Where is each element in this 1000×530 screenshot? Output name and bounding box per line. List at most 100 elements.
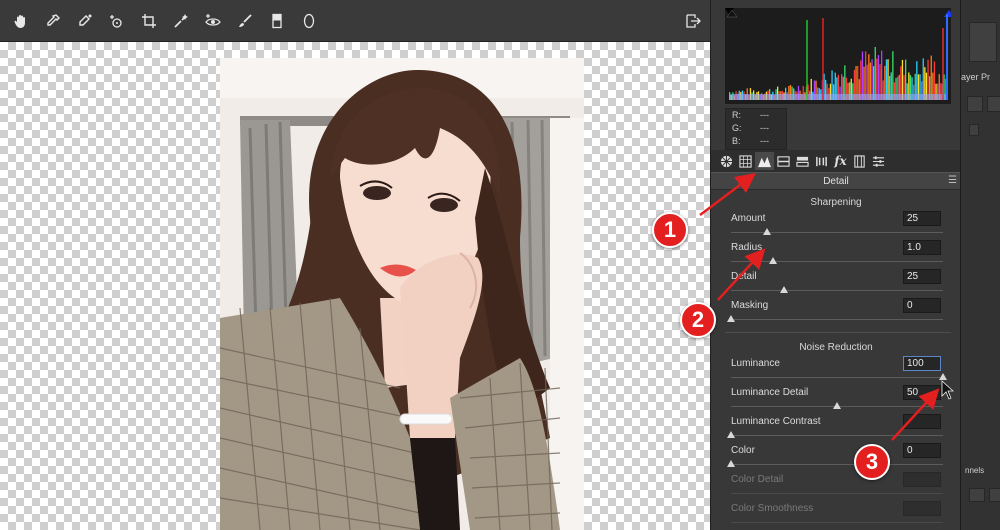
panel-box bbox=[967, 96, 983, 112]
histogram-bar bbox=[905, 59, 907, 100]
slider-label-masking: Masking bbox=[731, 300, 769, 311]
masking-value[interactable]: 0 bbox=[903, 298, 941, 313]
luminance-detail-value[interactable]: 50 bbox=[903, 385, 941, 400]
slider-label-amount: Amount bbox=[731, 213, 766, 224]
portrait-photo bbox=[220, 58, 584, 530]
histogram-bar bbox=[871, 59, 873, 100]
lens-icon[interactable] bbox=[812, 152, 831, 170]
rgb-row-g: G: --- bbox=[726, 122, 786, 135]
radius-value[interactable]: 1.0 bbox=[903, 240, 941, 255]
luminance-contrast-value[interactable] bbox=[903, 414, 941, 429]
histogram-baseline bbox=[729, 94, 947, 100]
panel-box bbox=[969, 124, 979, 136]
retouch-icon[interactable] bbox=[170, 10, 192, 32]
graduated-filter-icon[interactable] bbox=[266, 10, 288, 32]
histogram-bar bbox=[861, 51, 864, 100]
histogram-bar bbox=[901, 59, 904, 100]
hand-icon[interactable] bbox=[10, 10, 32, 32]
color-sampler-icon[interactable] bbox=[74, 10, 96, 32]
section-divider bbox=[725, 332, 951, 333]
color-slider[interactable] bbox=[731, 464, 943, 465]
histogram-bar bbox=[892, 51, 894, 100]
panel-title: Detail ☰ bbox=[711, 172, 961, 190]
luminance-contrast-slider[interactable] bbox=[731, 435, 943, 436]
color-slider-thumb[interactable] bbox=[727, 460, 735, 467]
color-smoothness-value bbox=[903, 501, 941, 516]
histogram-bar bbox=[881, 50, 883, 100]
detail-icon[interactable] bbox=[755, 152, 774, 170]
panel-box bbox=[969, 488, 985, 502]
tone-curve-icon[interactable] bbox=[736, 152, 755, 170]
adjustment-panel: R: --- G: --- B: --- fx Detail ☰ Sharpening… bbox=[710, 0, 961, 530]
calibration-icon[interactable] bbox=[850, 152, 869, 170]
color-value[interactable]: 0 bbox=[903, 443, 941, 458]
rgb-value: --- bbox=[760, 136, 769, 146]
split-toning-icon[interactable] bbox=[793, 152, 812, 170]
presets-icon[interactable] bbox=[869, 152, 888, 170]
luminance-slider[interactable] bbox=[731, 377, 943, 378]
luminance-detail-slider-thumb[interactable] bbox=[833, 402, 841, 409]
rgb-label: R: bbox=[732, 110, 741, 120]
red-eye-icon[interactable] bbox=[202, 10, 224, 32]
eyedropper-icon[interactable] bbox=[42, 10, 64, 32]
channels-label: nnels bbox=[965, 466, 985, 475]
radius-slider[interactable] bbox=[731, 261, 943, 262]
amount-value[interactable]: 25 bbox=[903, 211, 941, 226]
rgb-label: G: bbox=[732, 123, 742, 133]
panel-title-text: Detail bbox=[823, 176, 849, 187]
histogram-bar bbox=[885, 59, 888, 100]
color-detail-value bbox=[903, 472, 941, 487]
image-canvas[interactable] bbox=[0, 42, 710, 530]
detail-slider-thumb[interactable] bbox=[780, 286, 788, 293]
panel-box bbox=[989, 488, 1000, 502]
radial-filter-icon[interactable] bbox=[298, 10, 320, 32]
slider-label-color: Color bbox=[731, 445, 755, 456]
amount-slider-thumb[interactable] bbox=[763, 228, 772, 235]
detail-slider[interactable] bbox=[731, 290, 943, 291]
rgb-row-b: B: --- bbox=[726, 135, 786, 148]
masking-slider-thumb[interactable] bbox=[727, 315, 735, 322]
histogram-bar bbox=[877, 55, 880, 100]
basic-icon[interactable] bbox=[717, 152, 736, 170]
rgb-row-r: R: --- bbox=[726, 109, 786, 122]
histogram-bar bbox=[887, 59, 889, 100]
rgb-value: --- bbox=[760, 123, 769, 133]
histogram-bar bbox=[927, 59, 929, 100]
camera-raw-window: R: --- G: --- B: --- fx Detail ☰ Sharpening… bbox=[0, 0, 1000, 530]
layer-properties-label: ayer Pr bbox=[961, 72, 991, 82]
callout-badge-1: 1 bbox=[652, 212, 688, 248]
photoshop-side-panel: ayer Pr nnels bbox=[960, 0, 1000, 530]
rgb-readout: R: --- G: --- B: --- bbox=[725, 108, 787, 150]
fx-icon[interactable]: fx bbox=[831, 152, 850, 170]
slider-label-luminance-contrast: Luminance Contrast bbox=[731, 416, 821, 427]
hsl-icon[interactable] bbox=[774, 152, 793, 170]
target-adjust-icon[interactable] bbox=[106, 10, 128, 32]
crop-icon[interactable] bbox=[138, 10, 160, 32]
luminance-value[interactable]: 100 bbox=[903, 356, 941, 371]
panel-menu-icon[interactable]: ☰ bbox=[948, 176, 957, 186]
callout-badge-2: 2 bbox=[680, 302, 716, 338]
radius-slider-thumb[interactable] bbox=[769, 257, 778, 264]
histogram-bar bbox=[865, 51, 867, 100]
histogram-bar bbox=[930, 55, 932, 100]
top-toolbar bbox=[0, 0, 710, 42]
histogram-bar bbox=[922, 58, 924, 100]
slider-label-luminance-detail: Luminance Detail bbox=[731, 387, 809, 398]
histogram-bar bbox=[868, 54, 870, 100]
slider-label-color-smoothness: Color Smoothness bbox=[731, 503, 814, 514]
sharpening-title: Sharpening bbox=[810, 197, 862, 208]
panel-box bbox=[969, 22, 997, 62]
brush-icon[interactable] bbox=[234, 10, 256, 32]
export-icon[interactable] bbox=[682, 10, 704, 32]
histogram-bar bbox=[874, 46, 876, 100]
panel-tabs: fx bbox=[711, 150, 961, 172]
histogram bbox=[725, 8, 951, 104]
rgb-value: --- bbox=[760, 110, 769, 120]
detail-value[interactable]: 25 bbox=[903, 269, 941, 284]
slider-label-radius: Radius bbox=[731, 242, 763, 253]
masking-slider[interactable] bbox=[731, 319, 943, 320]
luminance-contrast-slider-thumb[interactable] bbox=[727, 431, 735, 438]
noise-reduction-title: Noise Reduction bbox=[799, 342, 873, 353]
luminance-slider-thumb[interactable] bbox=[939, 373, 947, 380]
panel-box bbox=[987, 96, 1000, 112]
